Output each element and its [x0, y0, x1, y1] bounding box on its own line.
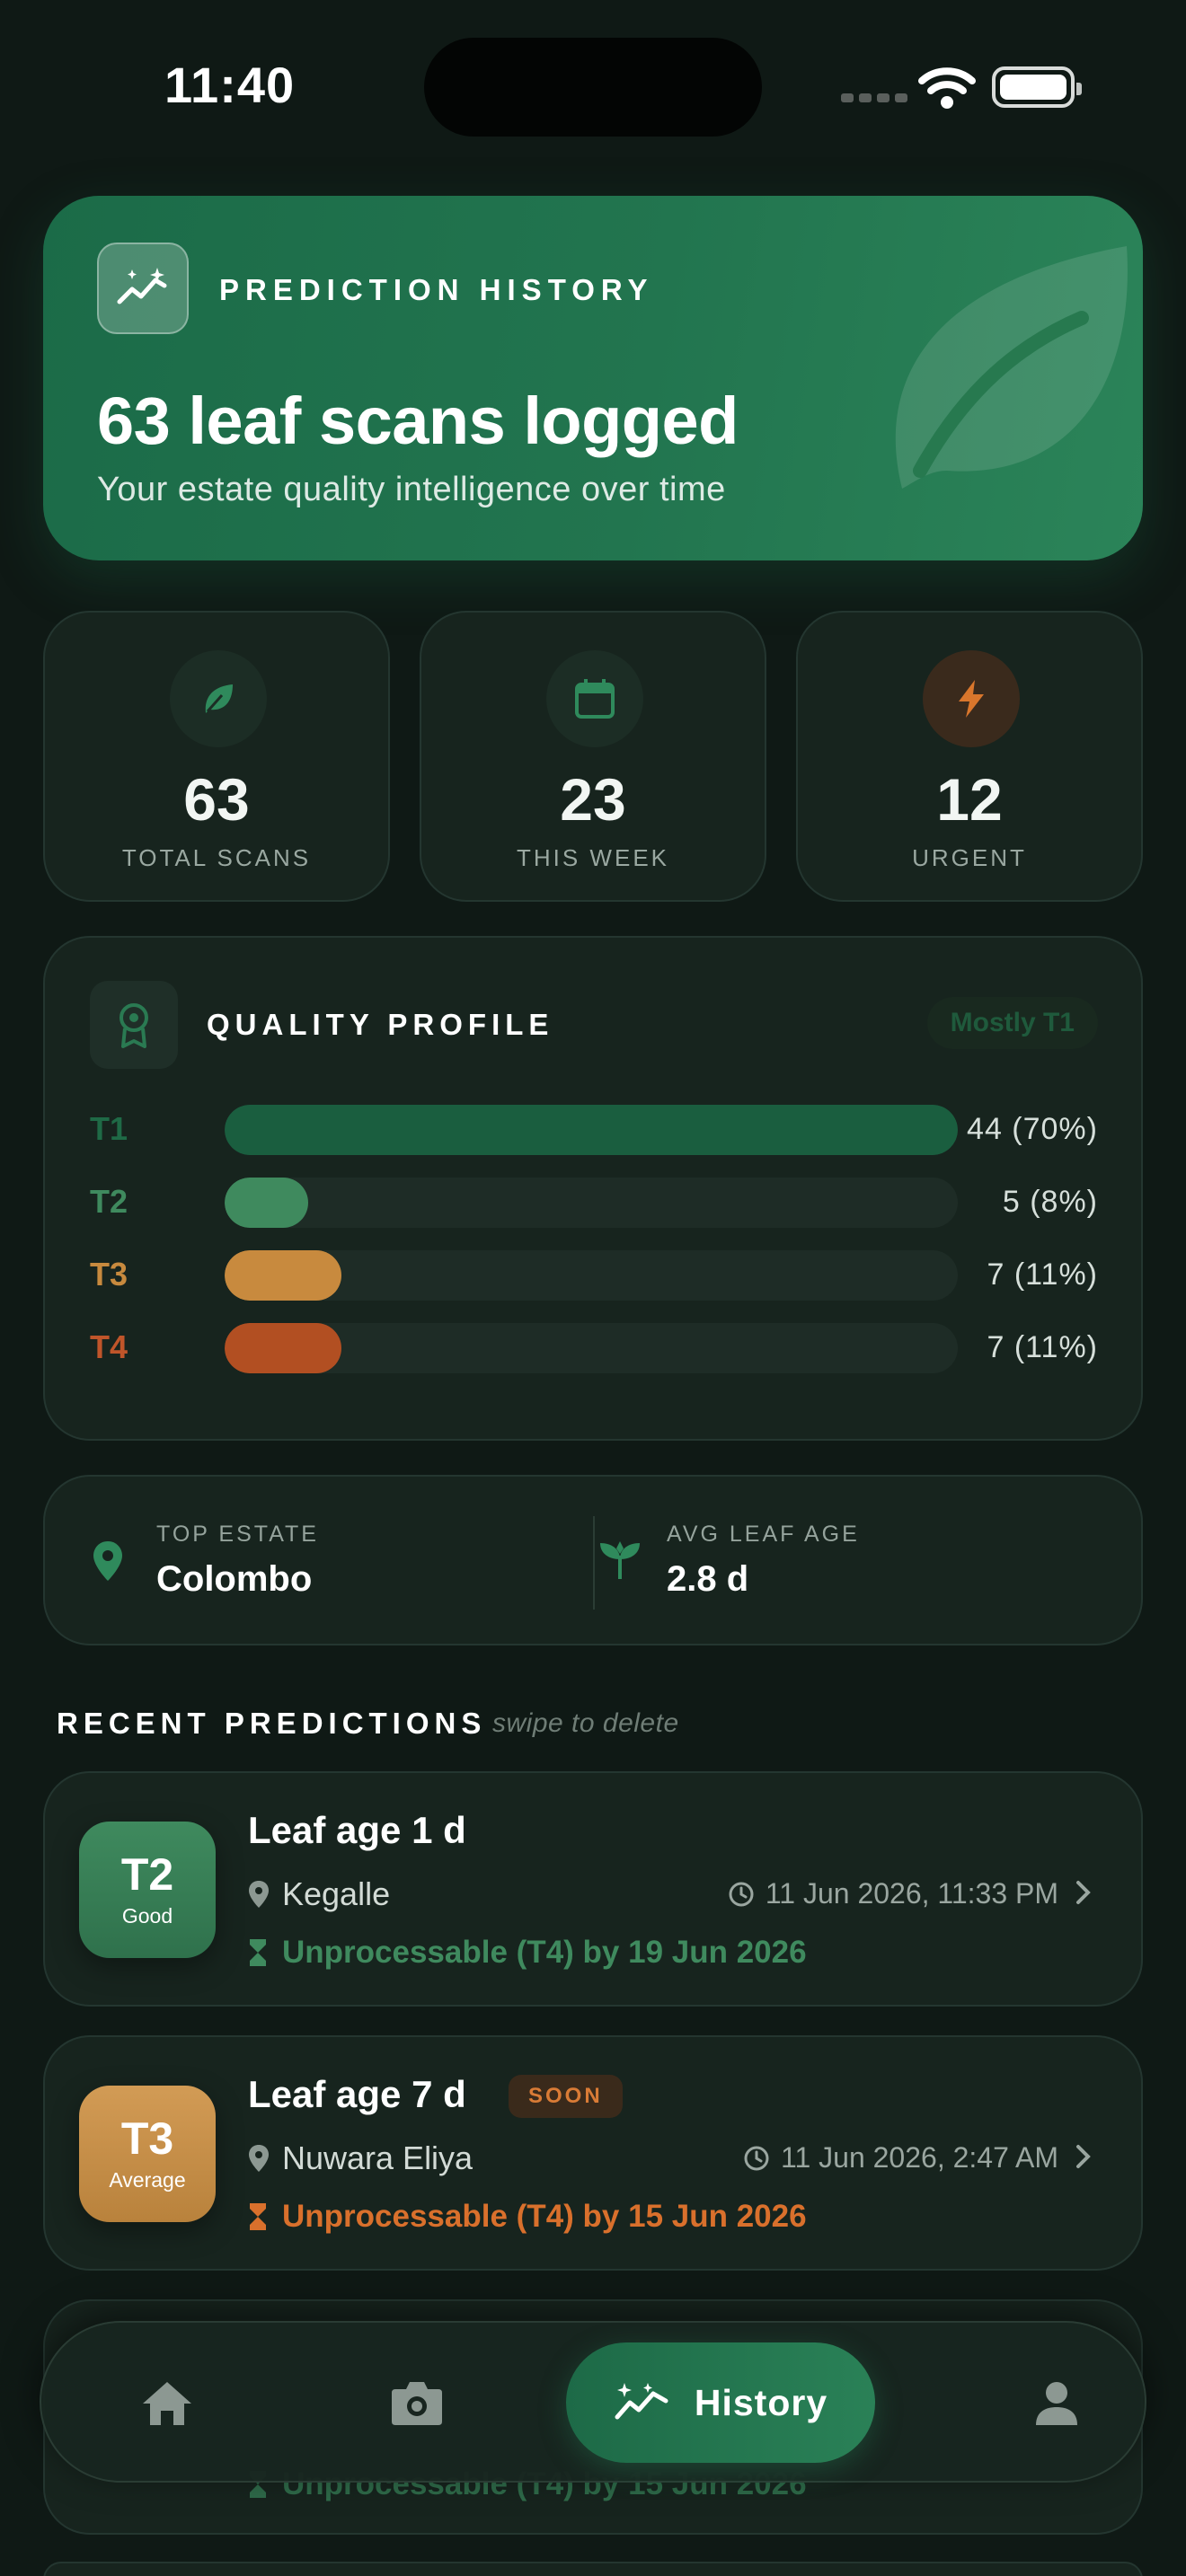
location: Nuwara Eliya: [248, 2139, 473, 2177]
tier-value: 7 (11%): [987, 1257, 1098, 1292]
tier-bar-fill: [225, 1250, 341, 1301]
tier-bar-fill: [225, 1105, 958, 1155]
tier-label: T4: [90, 1328, 128, 1365]
sprout-icon: [597, 1538, 643, 1585]
nav-profile[interactable]: [976, 2323, 1137, 2484]
recent-predictions-title: RECENT PREDICTIONS: [57, 1707, 487, 1740]
estate-summary-card: TOP ESTATE Colombo AVG LEAF AGE 2.8 d: [43, 1475, 1143, 1645]
tier-badge: T3 Average: [79, 2086, 216, 2222]
location-pin-icon: [92, 1539, 124, 1587]
nav-camera[interactable]: [336, 2323, 498, 2484]
tier-value: 7 (11%): [987, 1330, 1098, 1364]
quality-profile-title: QUALITY PROFILE: [207, 1008, 554, 1041]
award-icon: [90, 981, 178, 1069]
avg-age-label: AVG LEAF AGE: [667, 1522, 860, 1547]
prediction-card[interactable]: T3 Average Leaf age 7 d SOON Nuwara Eliy…: [43, 2035, 1143, 2271]
urgency-badge: SOON: [509, 2075, 623, 2118]
tier-row-t1: T1 44 (70%): [90, 1105, 1141, 1155]
nav-history-label: History: [694, 2381, 828, 2423]
leaf-age: Leaf age 7 d: [248, 2073, 466, 2115]
clock-icon: [729, 1882, 754, 1906]
location-text: Nuwara Eliya: [282, 2139, 474, 2176]
status-time: 11:40: [164, 57, 296, 113]
timestamp: 11 Jun 2026, 11:33 PM: [728, 1877, 1058, 1910]
tier-badge-tier: T3: [120, 2113, 174, 2164]
unprocessable-date: Unprocessable (T4) by 19 Jun 2026: [248, 1935, 807, 1971]
tier-row-t4: T4 7 (11%): [90, 1323, 1141, 1373]
stat-value: 23: [560, 766, 626, 833]
hero-subtitle: Your estate quality intelligence over ti…: [97, 471, 726, 508]
stat-value: 63: [183, 766, 250, 833]
swipe-hint: swipe to delete: [492, 1708, 679, 1738]
tier-bar-fill: [225, 1323, 341, 1373]
bolt-icon: [923, 650, 1020, 747]
tier-row-t3: T3 7 (11%): [90, 1250, 1141, 1301]
wifi-icon: [918, 65, 976, 114]
stat-value: 12: [936, 766, 1003, 833]
hourglass-icon: [250, 2203, 266, 2230]
tier-label: T1: [90, 1110, 128, 1147]
divider: [593, 1516, 595, 1610]
top-estate-label: TOP ESTATE: [156, 1522, 319, 1547]
leaf-age: Leaf age 1 d: [248, 1809, 466, 1851]
timestamp-text: 11 Jun 2026, 11:33 PM: [765, 1877, 1058, 1910]
tier-bar-fill: [225, 1178, 309, 1228]
unprocessable-text: Unprocessable (T4) by 15 Jun 2026: [282, 2199, 807, 2234]
tier-badge-tier: T2: [120, 1848, 174, 1900]
hero-kicker: PREDICTION HISTORY: [219, 273, 654, 306]
profile-icon: [1036, 2382, 1077, 2425]
dynamic-island: [424, 38, 762, 137]
leaf-icon: [170, 650, 267, 747]
battery-icon: [992, 66, 1082, 108]
stat-label: URGENT: [912, 844, 1027, 871]
stat-card-urgent: 12 URGENT: [796, 611, 1143, 902]
location: Kegalle: [248, 1875, 390, 1913]
stat-card-this-week: 23 THIS WEEK: [420, 611, 766, 902]
timestamp-text: 11 Jun 2026, 2:47 AM: [781, 2141, 1058, 2174]
tier-value: 5 (8%): [1002, 1185, 1098, 1219]
tier-track: [225, 1105, 958, 1155]
home-icon: [143, 2382, 191, 2425]
prediction-card[interactable]: [43, 2562, 1143, 2576]
location-pin-icon: [249, 1881, 269, 1908]
tier-label: T3: [90, 1256, 128, 1292]
top-estate-value: Colombo: [156, 1559, 313, 1599]
hero-title: 63 leaf scans logged: [97, 384, 739, 458]
trend-sparkle-icon: [97, 243, 189, 334]
avg-age-value: 2.8 d: [667, 1559, 749, 1599]
trend-sparkle-icon: [615, 2383, 668, 2420]
quality-badge: Mostly T1: [926, 997, 1098, 1049]
tier-badge-quality: Good: [121, 1903, 173, 1928]
stat-label: THIS WEEK: [516, 844, 669, 871]
calendar-icon: [546, 650, 643, 747]
unprocessable-date: Unprocessable (T4) by 15 Jun 2026: [248, 2199, 807, 2235]
bottom-nav: History: [40, 2321, 1146, 2483]
tier-badge-quality: Average: [109, 2167, 186, 2192]
tier-row-t2: T2 5 (8%): [90, 1178, 1141, 1228]
tier-track: [225, 1250, 958, 1301]
nav-history[interactable]: History: [566, 2342, 875, 2463]
clock-icon: [744, 2146, 769, 2170]
stat-label: TOTAL SCANS: [121, 844, 312, 871]
camera-icon: [392, 2382, 442, 2425]
tier-track: [225, 1178, 958, 1228]
leaf-watermark-icon: [866, 246, 1136, 502]
quality-profile-card: QUALITY PROFILE Mostly T1 T1 44 (70%) T2…: [43, 936, 1143, 1441]
stat-card-total-scans: 63 TOTAL SCANS: [43, 611, 390, 902]
location-pin-icon: [249, 2145, 269, 2172]
signal-icon: [841, 93, 907, 102]
nav-home[interactable]: [86, 2323, 248, 2484]
timestamp: 11 Jun 2026, 2:47 AM: [743, 2141, 1058, 2175]
chevron-right-icon: [1075, 1877, 1093, 1912]
tier-badge: T2 Good: [79, 1822, 216, 1958]
unprocessable-text: Unprocessable (T4) by 19 Jun 2026: [282, 1935, 807, 1970]
tier-label: T2: [90, 1183, 128, 1220]
hero-card: PREDICTION HISTORY 63 leaf scans logged …: [43, 196, 1143, 560]
chevron-right-icon: [1075, 2141, 1093, 2176]
prediction-card[interactable]: T2 Good Leaf age 1 d Kegalle 11 Jun 2026…: [43, 1771, 1143, 2007]
tier-track: [225, 1323, 958, 1373]
hourglass-icon: [250, 1939, 266, 1966]
tier-value: 44 (70%): [967, 1112, 1098, 1146]
location-text: Kegalle: [282, 1875, 391, 1912]
